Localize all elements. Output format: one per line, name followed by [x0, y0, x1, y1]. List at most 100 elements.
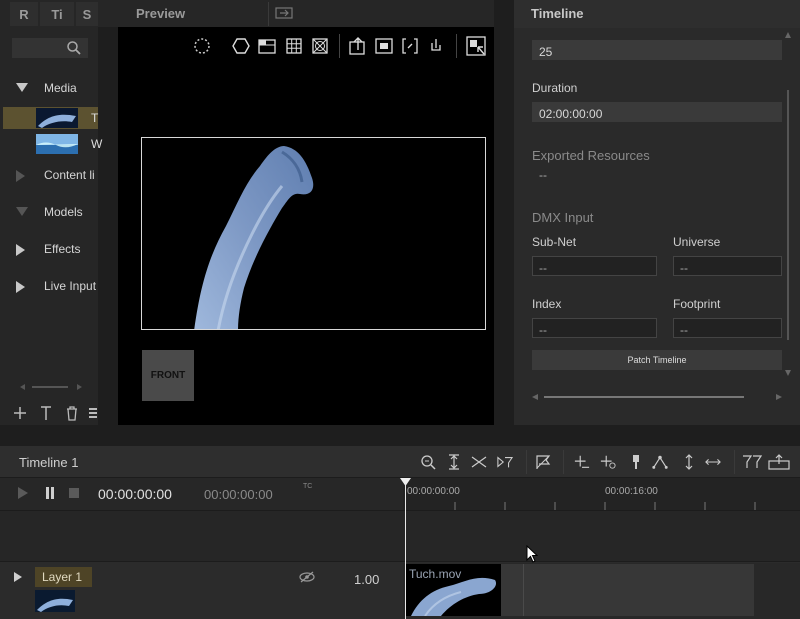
- footprint-label: Footprint: [673, 297, 721, 311]
- move-horizontal-icon[interactable]: [705, 454, 721, 470]
- detach-panel-icon[interactable]: [275, 6, 293, 20]
- library-scrollbar[interactable]: [20, 382, 82, 392]
- filter-marker-icon[interactable]: [497, 454, 513, 470]
- universe-label: Universe: [673, 235, 721, 249]
- media-thumbnail: [36, 108, 78, 128]
- snapshot-icon[interactable]: [375, 37, 393, 55]
- tree-item-models[interactable]: Models: [0, 195, 98, 229]
- chevron-right-icon[interactable]: [16, 281, 25, 293]
- playhead-handle[interactable]: [400, 478, 411, 486]
- media-item[interactable]: W: [3, 133, 102, 155]
- tab-resources[interactable]: R: [10, 2, 38, 26]
- subnet-field[interactable]: --: [532, 256, 657, 276]
- tab-timelines[interactable]: Ti: [40, 2, 74, 26]
- preview-header: Preview: [98, 0, 494, 27]
- index-label: Index: [532, 297, 562, 311]
- inspector-header: Timeline: [514, 0, 800, 28]
- preview-title: Preview: [136, 6, 186, 21]
- tree-item-live-input[interactable]: Live Input: [0, 269, 98, 303]
- ruler-label: 00:00:16:00: [605, 486, 658, 497]
- fit-view-icon[interactable]: [401, 37, 419, 55]
- zoom-timeline-icon[interactable]: [420, 454, 436, 470]
- timeline-header: Timeline 1: [0, 446, 800, 478]
- chevron-down-icon[interactable]: [16, 207, 28, 216]
- clip-name: Tuch.mov: [409, 567, 462, 581]
- duration-label: Duration: [532, 81, 578, 95]
- safe-area-icon[interactable]: [311, 37, 329, 55]
- grid-view-icon[interactable]: [88, 406, 98, 420]
- frame-rate-field[interactable]: 25: [532, 40, 782, 60]
- footprint-field[interactable]: --: [673, 318, 782, 338]
- chevron-right-icon[interactable]: [16, 170, 25, 182]
- trash-icon[interactable]: [64, 405, 80, 421]
- patch-timeline-button[interactable]: Patch Timeline: [532, 350, 782, 370]
- select-region-icon[interactable]: [466, 36, 486, 56]
- library-search-input[interactable]: [12, 38, 88, 58]
- ruler-label: 00:00:00:00: [407, 486, 460, 497]
- export-icon[interactable]: [349, 37, 367, 55]
- layer-name[interactable]: Layer 1: [35, 567, 92, 587]
- timecode-secondary: 00:00:00:00: [204, 487, 273, 502]
- layout-panels-icon[interactable]: [258, 37, 276, 55]
- fit-vertical-icon[interactable]: [446, 454, 462, 470]
- curve-nodes-icon[interactable]: [652, 454, 668, 470]
- timecode-current: 00:00:00:00: [98, 486, 172, 502]
- tab-s[interactable]: S: [76, 2, 98, 26]
- pan-tool-icon[interactable]: [427, 37, 445, 55]
- timecode-tc-label: TC: [303, 483, 313, 490]
- grid-icon[interactable]: [285, 37, 303, 55]
- tree-item-content-library[interactable]: Content li: [0, 158, 98, 192]
- chevron-right-icon[interactable]: [13, 571, 23, 583]
- tree-item-media[interactable]: Media: [0, 71, 98, 105]
- stage-frame[interactable]: [141, 137, 486, 330]
- filter-tracks-icon[interactable]: [742, 454, 762, 470]
- move-vertical-icon[interactable]: [681, 454, 697, 470]
- loading-spinner-icon: [194, 38, 210, 54]
- universe-field[interactable]: --: [673, 256, 782, 276]
- inspector-horizontal-scrollbar[interactable]: [532, 392, 782, 402]
- timeline-empty-lane[interactable]: [0, 510, 800, 562]
- chevron-down-icon[interactable]: [16, 83, 28, 92]
- add-keyframe-icon[interactable]: [600, 454, 616, 470]
- media-thumbnail: [36, 134, 78, 154]
- inspector-title: Timeline: [531, 6, 584, 21]
- layer-opacity[interactable]: 1.00: [354, 572, 379, 587]
- media-item-selected[interactable]: T: [3, 107, 98, 129]
- transport-bar: 00:00:00:00 00:00:00:00 TC: [0, 478, 403, 510]
- clip-body[interactable]: [501, 564, 754, 616]
- fabric-video-frame: [194, 146, 314, 329]
- timeline-panel: Timeline 1 00:00:00:00 00:00:00:00 TC 00…: [0, 446, 800, 619]
- text-icon[interactable]: [39, 405, 53, 421]
- pause-icon[interactable]: [44, 486, 56, 500]
- inspector-vertical-scrollbar[interactable]: [784, 30, 792, 378]
- visibility-hidden-icon[interactable]: [298, 571, 316, 583]
- mouse-cursor-icon: [526, 545, 538, 563]
- layer-header[interactable]: Layer 1 1.00: [0, 563, 403, 619]
- play-icon[interactable]: [17, 486, 29, 500]
- time-ruler[interactable]: 00:00:00:00 00:00:16:00: [403, 478, 800, 510]
- tree-item-effects[interactable]: Effects: [0, 232, 98, 266]
- playhead[interactable]: [405, 484, 406, 619]
- add-icon[interactable]: [12, 405, 28, 421]
- index-field[interactable]: --: [532, 318, 657, 338]
- library-panel: R Ti S Media T W Content li Models Effec…: [0, 0, 102, 425]
- layer-thumbnail: [35, 590, 75, 612]
- exported-resources-label: Exported Resources: [532, 148, 650, 163]
- track-settings-icon[interactable]: [768, 454, 790, 470]
- add-layer-icon[interactable]: [574, 454, 590, 470]
- search-icon: [67, 41, 81, 55]
- layer-track[interactable]: Tuch.mov: [403, 563, 800, 619]
- timeline-title: Timeline 1: [19, 455, 79, 470]
- duration-field[interactable]: 02:00:00:00: [532, 102, 782, 122]
- marker-pin-icon[interactable]: [628, 454, 644, 470]
- camera-front-button[interactable]: FRONT: [142, 350, 194, 401]
- hexagon-icon[interactable]: [232, 37, 250, 55]
- snap-flag-icon[interactable]: [535, 454, 551, 470]
- chevron-right-icon[interactable]: [16, 244, 25, 256]
- exported-resources-value: --: [539, 168, 547, 182]
- stop-icon[interactable]: [68, 487, 80, 499]
- preview-viewport[interactable]: FRONT: [118, 27, 494, 425]
- collapse-horizontal-icon[interactable]: [471, 454, 487, 470]
- clip-thumbnail[interactable]: Tuch.mov: [405, 564, 501, 616]
- ruler-ticks: [454, 502, 756, 510]
